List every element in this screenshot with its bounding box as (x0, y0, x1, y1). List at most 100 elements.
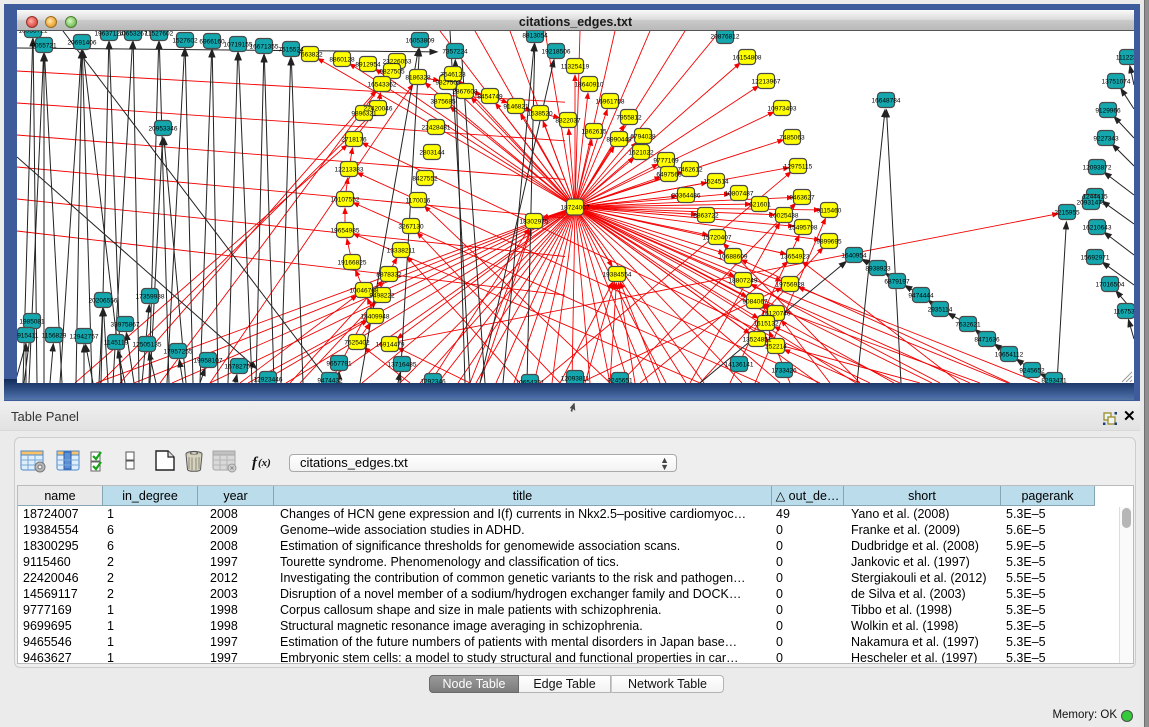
svg-text:7462612: 7462612 (677, 167, 703, 174)
svg-text:9777169: 9777169 (653, 158, 679, 165)
svg-text:15692971: 15692971 (1081, 255, 1110, 262)
svg-text:6966160: 6966160 (199, 39, 225, 46)
svg-text:1112233: 1112233 (1116, 55, 1134, 62)
svg-text:16053809: 16053809 (406, 38, 435, 45)
svg-text:10688609: 10688609 (719, 254, 748, 261)
svg-text:8938923: 8938923 (865, 266, 891, 273)
svg-text:20691406: 20691406 (68, 40, 97, 47)
svg-text:621601: 621601 (749, 202, 771, 209)
svg-text:16210643: 16210643 (1083, 225, 1112, 232)
svg-text:20931471: 20931471 (1077, 200, 1106, 207)
svg-text:19384554: 19384554 (603, 272, 632, 279)
svg-text:1733426: 1733426 (771, 368, 797, 375)
svg-text:9245652: 9245652 (1019, 368, 1045, 375)
svg-text:13524851: 13524851 (743, 337, 772, 344)
svg-text:11527602: 11527602 (145, 31, 174, 38)
svg-text:6794028: 6794028 (630, 134, 656, 141)
svg-text:9129966: 9129966 (1095, 108, 1121, 115)
svg-text:12213383: 12213383 (335, 167, 364, 174)
svg-text:1362615: 1362615 (581, 129, 607, 136)
svg-text:1145119: 1145119 (104, 340, 129, 347)
svg-text:16782759: 16782759 (225, 364, 254, 371)
svg-text:22428481: 22428481 (422, 125, 451, 132)
svg-text:252214: 252214 (765, 344, 787, 351)
svg-text:10107552: 10107552 (331, 197, 360, 204)
svg-text:7632621: 7632621 (955, 322, 981, 329)
svg-text:8186328: 8186328 (405, 75, 431, 82)
svg-text:18955721: 18955721 (19, 31, 48, 35)
svg-text:1170016: 1170016 (406, 198, 431, 205)
svg-text:18724007: 18724007 (561, 205, 590, 212)
svg-text:23226053: 23226053 (383, 59, 412, 66)
svg-text:3875685: 3875685 (430, 99, 456, 106)
svg-text:18640910: 18640910 (575, 82, 604, 89)
svg-text:7357224: 7357224 (442, 49, 468, 56)
svg-text:(x): (x) (258, 457, 271, 469)
svg-text:18302975: 18302975 (520, 219, 549, 226)
svg-text:20364486: 20364486 (672, 193, 701, 200)
svg-text:9827505: 9827505 (379, 69, 405, 76)
svg-text:2803144: 2803144 (419, 150, 445, 157)
svg-text:13751074: 13751074 (1102, 79, 1131, 86)
svg-text:7485063: 7485063 (779, 135, 805, 142)
svg-text:16154808: 16154808 (733, 55, 762, 62)
svg-text:8863722: 8863722 (693, 213, 719, 220)
svg-text:3215955: 3215955 (1054, 210, 1080, 217)
svg-text:17016504: 17016504 (1096, 282, 1125, 289)
svg-text:9055721: 9055721 (31, 43, 57, 50)
svg-text:2718176: 2718176 (341, 137, 367, 144)
svg-text:16543362: 16543362 (368, 82, 397, 89)
svg-text:9899695: 9899695 (816, 239, 842, 246)
svg-text:8471636: 8471636 (974, 337, 1000, 344)
svg-text:9115460: 9115460 (817, 208, 842, 215)
svg-text:12923446: 12923446 (254, 377, 283, 384)
svg-text:19654985: 19654985 (331, 228, 360, 235)
svg-text:6879197: 6879197 (884, 279, 910, 286)
svg-text:8322037: 8322037 (555, 118, 581, 125)
svg-text:8813054: 8813054 (522, 33, 548, 40)
svg-text:17957255: 17957255 (164, 349, 193, 356)
svg-text:15409948: 15409948 (361, 314, 390, 321)
svg-text:2867608: 2867608 (452, 89, 478, 96)
svg-text:12942757: 12942757 (70, 334, 99, 341)
svg-text:15720407: 15720407 (703, 235, 732, 242)
svg-text:1621022: 1621022 (628, 150, 654, 157)
svg-text:19166825: 19166825 (338, 260, 367, 267)
svg-text:10653267: 10653267 (119, 31, 148, 38)
svg-text:12093811: 12093811 (561, 376, 590, 383)
svg-text:9474444: 9474444 (908, 293, 934, 300)
svg-text:8860128: 8860128 (329, 57, 355, 64)
svg-text:8293471: 8293471 (1041, 378, 1067, 384)
svg-text:9227343: 9227343 (1093, 136, 1119, 143)
svg-text:12505135: 12505135 (133, 342, 162, 349)
svg-text:11325419: 11325419 (561, 64, 590, 71)
svg-text:16914479: 16914479 (376, 342, 405, 349)
svg-text:1615132: 1615132 (753, 321, 779, 328)
svg-text:18807249: 18807249 (729, 278, 758, 285)
svg-text:9657791: 9657791 (326, 361, 352, 368)
svg-text:9245651: 9245651 (607, 378, 633, 384)
svg-text:14136141: 14136141 (725, 362, 754, 369)
svg-text:8454749: 8454749 (477, 94, 503, 101)
svg-text:3267130: 3267130 (398, 224, 424, 231)
svg-text:8878332: 8878332 (376, 272, 402, 279)
svg-text:33975867: 33975867 (111, 322, 140, 329)
svg-text:19218506: 19218506 (542, 49, 571, 56)
svg-text:20206556: 20206556 (89, 298, 118, 305)
svg-text:16648784: 16648784 (872, 98, 901, 105)
svg-text:9474432: 9474432 (317, 378, 343, 384)
svg-text:1640954: 1640954 (841, 253, 867, 260)
svg-text:12093872: 12093872 (1083, 165, 1112, 172)
svg-text:20876812: 20876812 (711, 34, 740, 41)
svg-text:9084067: 9084067 (742, 299, 768, 306)
svg-text:10807487: 10807487 (725, 191, 754, 198)
svg-text:8427552: 8427552 (412, 176, 438, 183)
svg-text:10654112: 10654112 (995, 352, 1024, 359)
svg-text:1167531: 1167531 (1114, 309, 1134, 316)
svg-text:7546123: 7546123 (440, 72, 466, 79)
svg-text:1985081: 1985081 (19, 319, 45, 326)
svg-text:13716485: 13716485 (388, 362, 417, 369)
svg-text:17359938: 17359938 (136, 294, 165, 301)
svg-text:12213967: 12213967 (752, 79, 781, 86)
svg-text:10973493: 10973493 (768, 106, 797, 113)
